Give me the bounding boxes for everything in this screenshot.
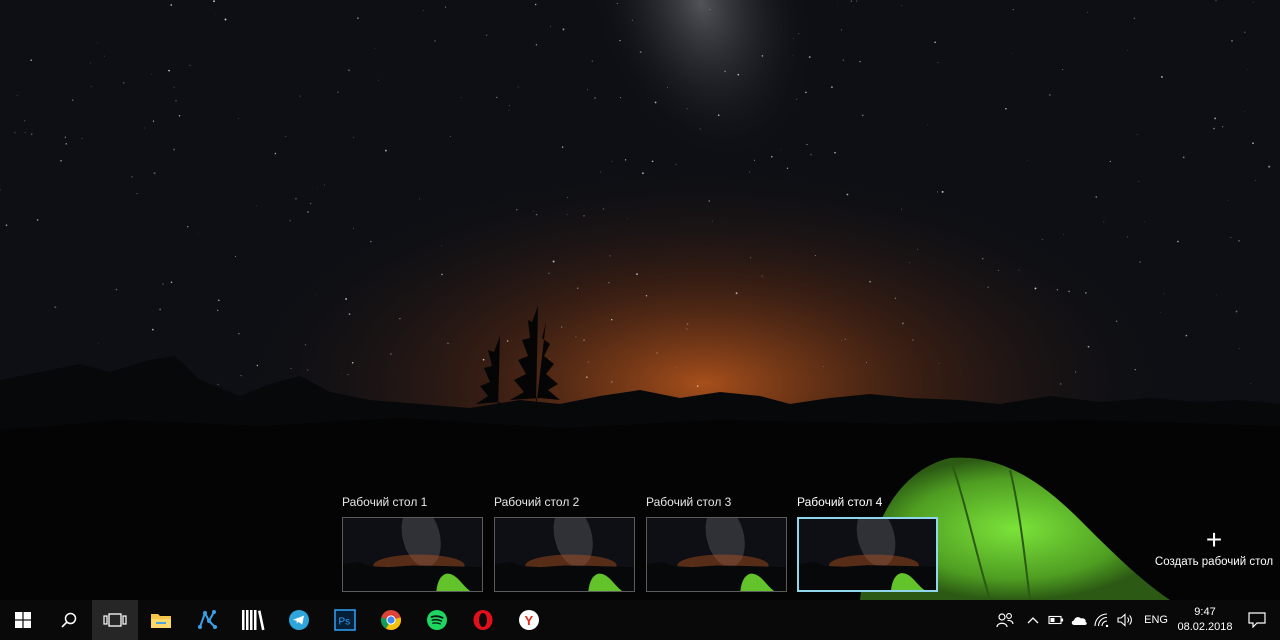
clock-date: 08.02.2018 [1177, 621, 1233, 633]
taskbar: Ps Y ENG 9:47 08.02.2018 [0, 600, 1280, 640]
telegram-icon [289, 610, 309, 630]
battery-icon [1048, 615, 1063, 625]
wifi-icon [1094, 613, 1108, 627]
svg-text:Y: Y [525, 613, 534, 628]
opera-button[interactable] [460, 600, 506, 640]
virtual-desktop-2[interactable]: Рабочий стол 2 [494, 486, 636, 594]
yandex-browser-button[interactable]: Y [506, 600, 552, 640]
spotify-icon [427, 610, 447, 630]
onedrive-cloud-icon [1071, 617, 1087, 625]
library-button[interactable] [230, 600, 276, 640]
people-icon [996, 613, 1014, 628]
desktop-thumbnail[interactable] [797, 517, 938, 592]
virtual-desktop-1[interactable]: Рабочий стол 1 [342, 486, 484, 594]
network-app-icon [198, 610, 217, 629]
task-view-icon [103, 613, 127, 627]
chrome-button[interactable] [368, 600, 414, 640]
action-center-button[interactable] [1234, 600, 1280, 640]
input-language-indicator[interactable]: ENG [1136, 614, 1176, 626]
desktop-label: Рабочий стол 3 [646, 495, 732, 509]
desktop-thumbnail-image [343, 518, 482, 591]
show-hidden-icons-button[interactable] [1021, 600, 1044, 640]
spotify-button[interactable] [414, 600, 460, 640]
start-icon [15, 612, 31, 628]
yandex-browser-icon: Y [519, 610, 539, 630]
new-desktop-label: Создать рабочий стол [1154, 556, 1274, 568]
plus-icon: + [1205, 524, 1223, 555]
system-tray: ENG 9:47 08.02.2018 [989, 600, 1280, 640]
virtual-desktop-4[interactable]: Рабочий стол 4 [797, 486, 939, 594]
desktop-label: Рабочий стол 1 [342, 495, 428, 509]
telegram-button[interactable] [276, 600, 322, 640]
opera-icon [473, 610, 493, 630]
task-view-button[interactable] [92, 600, 138, 640]
virtual-desktop-3[interactable]: Рабочий стол 3 [646, 486, 788, 594]
file-explorer-icon [151, 614, 171, 628]
library-icon [242, 610, 265, 631]
notifications-icon [1248, 612, 1266, 628]
file-explorer-button[interactable] [138, 600, 184, 640]
desktop-thumbnail-image [799, 519, 936, 590]
desktop-label: Рабочий стол 2 [494, 495, 580, 509]
network-app-button[interactable] [184, 600, 230, 640]
onedrive-button[interactable] [1067, 600, 1090, 640]
wifi-button[interactable] [1090, 600, 1113, 640]
new-desktop-button[interactable]: + Создать рабочий стол [1150, 526, 1278, 576]
virtual-desktops-strip: Рабочий стол 1 Рабочий стол 2 Рабочий ст… [0, 486, 1280, 600]
desktop-label: Рабочий стол 4 [797, 495, 883, 509]
desktop-thumbnail-image [495, 518, 634, 591]
photoshop-button[interactable]: Ps [322, 600, 368, 640]
desktop-thumbnail[interactable] [494, 517, 635, 592]
search-icon [61, 612, 77, 628]
speaker-icon [1117, 613, 1132, 627]
start-button[interactable] [0, 600, 46, 640]
desktop-thumbnail-image [647, 518, 786, 591]
clock-time: 9:47 [1194, 606, 1216, 618]
desktop-thumbnail[interactable] [646, 517, 787, 592]
photoshop-icon: Ps [334, 609, 356, 631]
chrome-icon [380, 610, 402, 631]
battery-button[interactable] [1044, 600, 1067, 640]
chevron-up-icon [1027, 617, 1039, 624]
desktop-thumbnail[interactable] [342, 517, 483, 592]
people-button[interactable] [989, 600, 1021, 640]
svg-text:Ps: Ps [339, 617, 351, 628]
search-button[interactable] [46, 600, 92, 640]
volume-button[interactable] [1113, 600, 1136, 640]
clock[interactable]: 9:47 08.02.2018 [1176, 605, 1234, 635]
